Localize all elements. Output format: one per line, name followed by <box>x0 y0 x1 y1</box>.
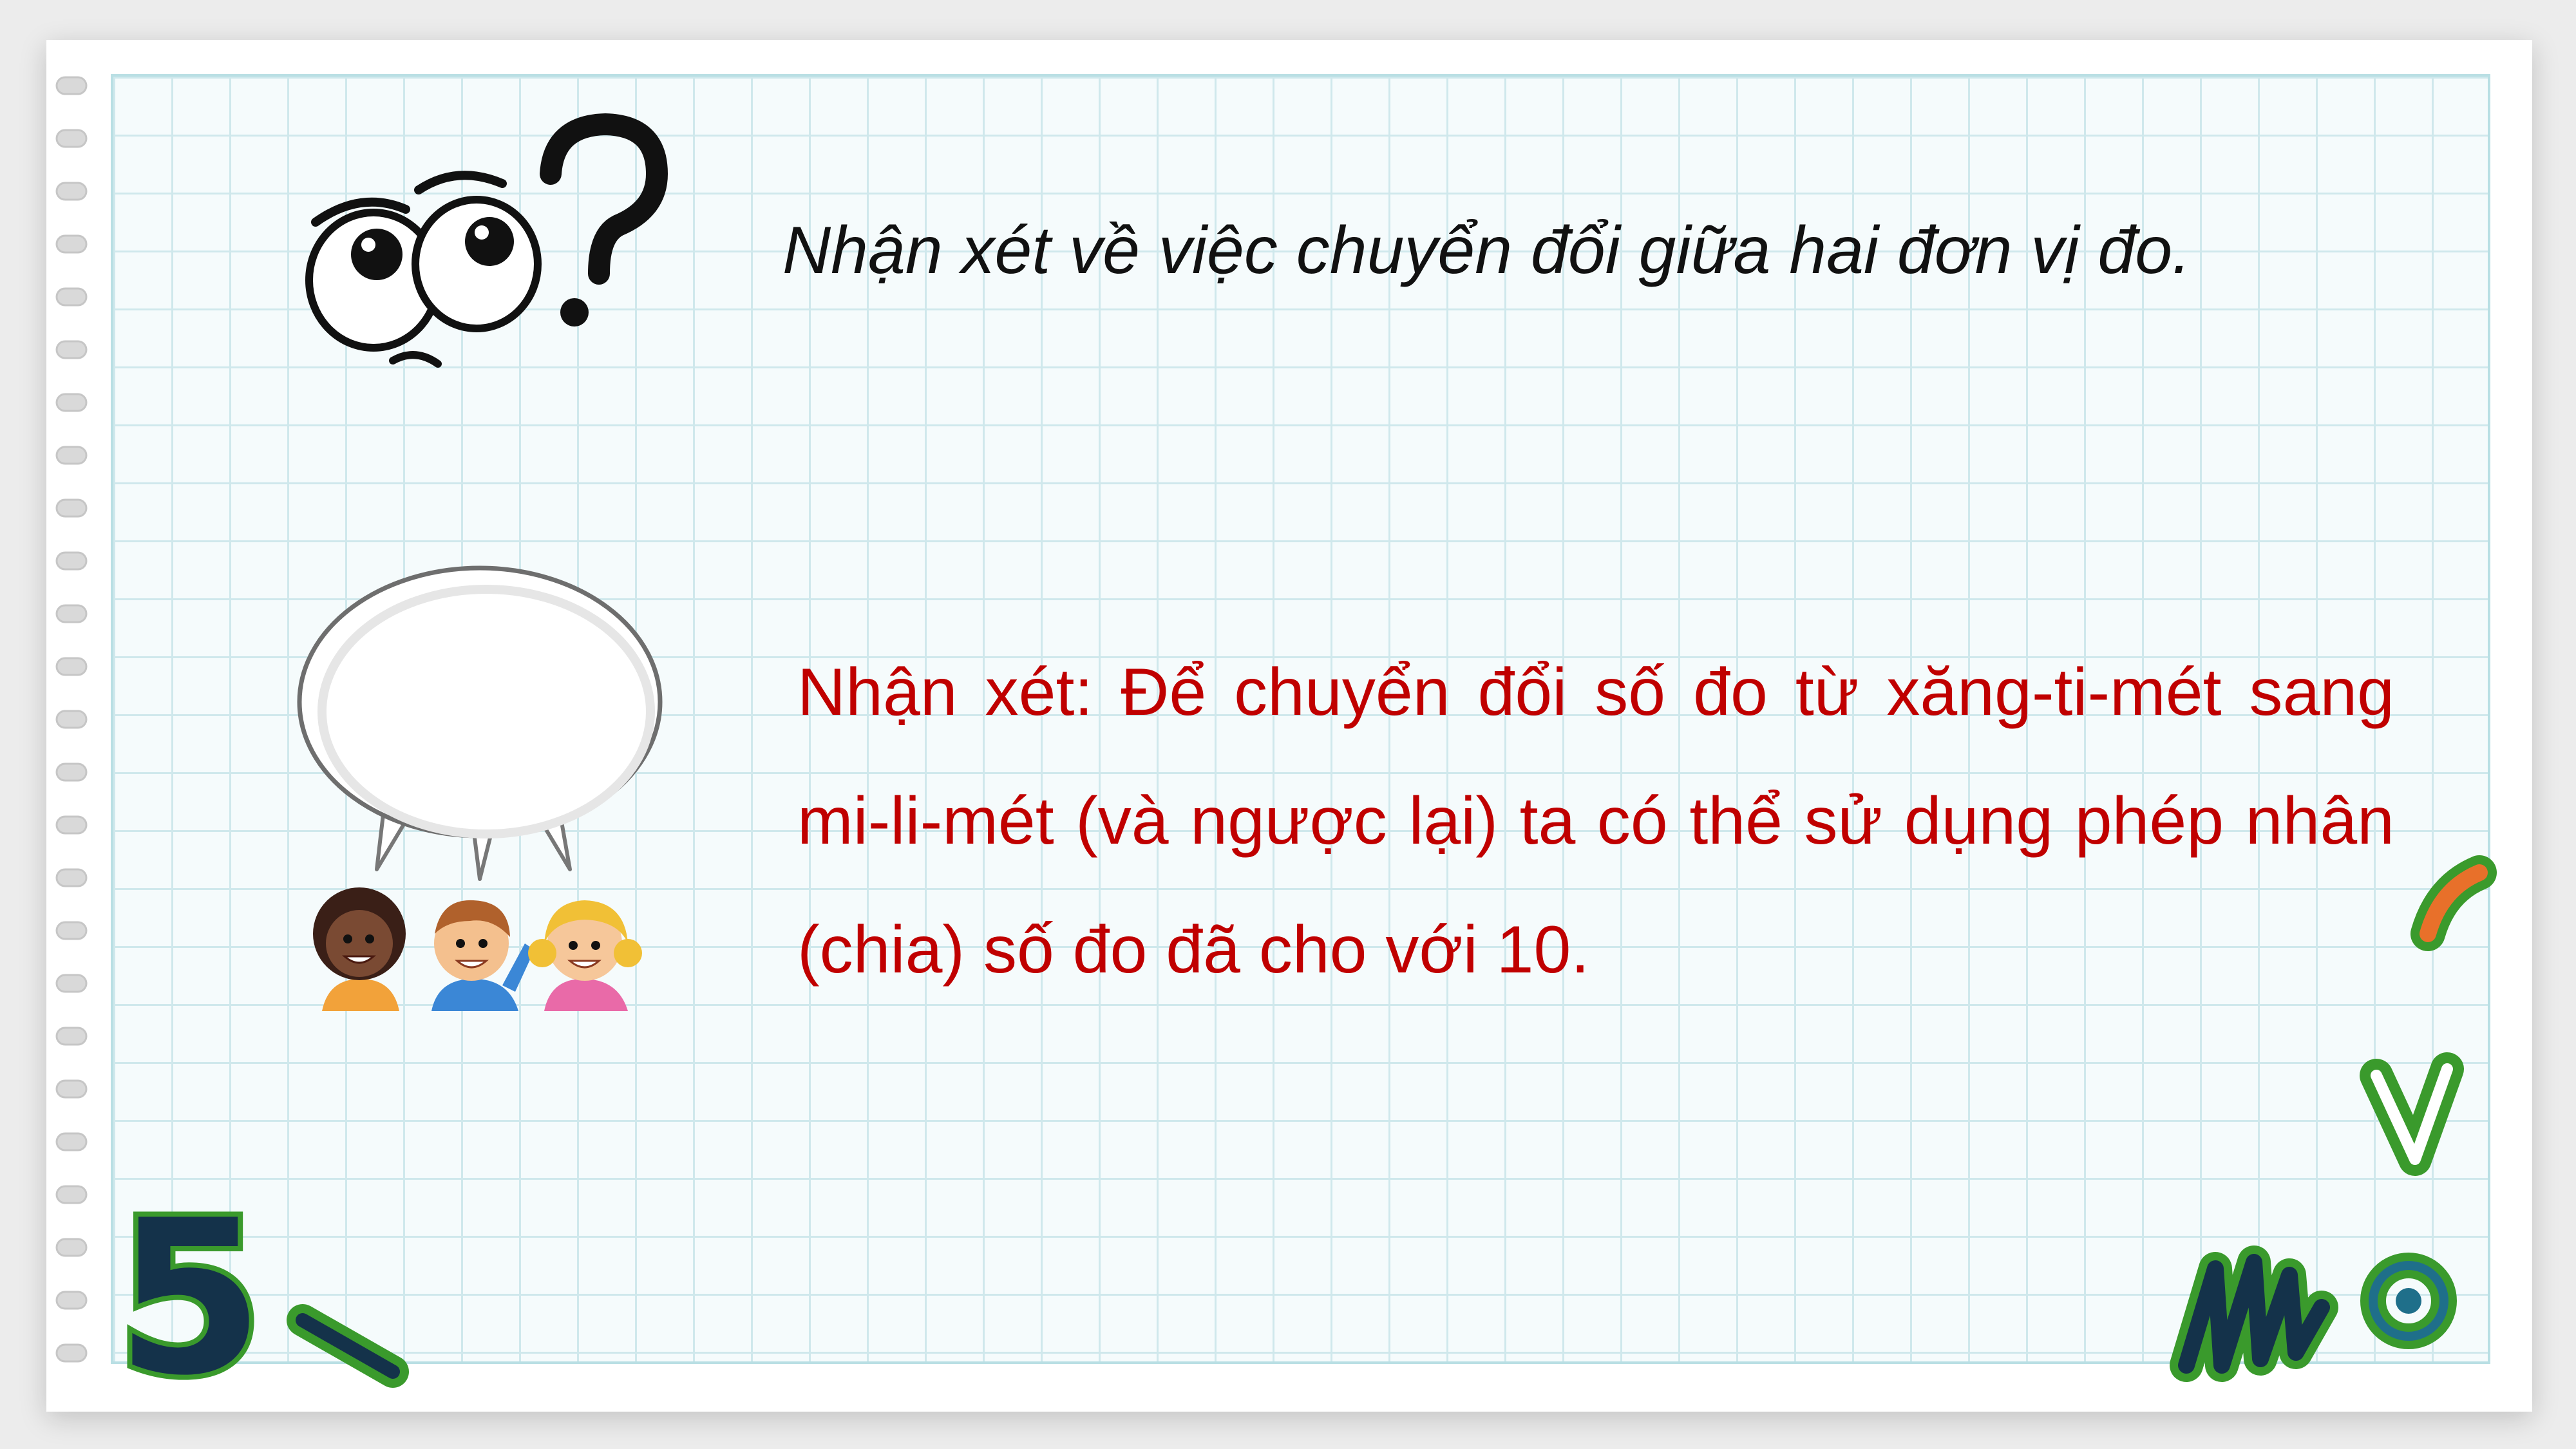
binding-hole <box>55 604 88 623</box>
speech-bubble <box>297 565 663 881</box>
kids-illustration <box>313 887 642 1011</box>
binding-hole <box>55 551 88 571</box>
binding-hole <box>55 234 88 254</box>
binding-hole <box>55 393 88 412</box>
binding-hole <box>55 182 88 201</box>
binding-hole <box>55 498 88 518</box>
check-v-decoration <box>2360 1052 2464 1176</box>
thinking-eyes-question-icon <box>305 113 668 368</box>
binding-hole <box>55 129 88 148</box>
question-heading: Nhận xét về việc chuyển đổi giữa hai đơn… <box>782 213 2191 288</box>
binding-hole <box>55 1291 88 1310</box>
binding-hole <box>55 1027 88 1046</box>
binding-hole <box>55 287 88 307</box>
binding-hole <box>55 710 88 729</box>
binding-hole <box>55 657 88 676</box>
binding-hole <box>55 76 88 95</box>
binding-hole <box>55 340 88 359</box>
binding-hole <box>55 1132 88 1151</box>
binding-hole <box>55 446 88 465</box>
binding-hole <box>55 1079 88 1099</box>
binding-hole <box>55 762 88 782</box>
scribble-decoration <box>2170 1245 2338 1382</box>
number-five-decoration: 5 <box>111 1170 269 1427</box>
binding-hole <box>55 974 88 993</box>
binding-hole <box>55 1238 88 1257</box>
binding-hole <box>55 1185 88 1204</box>
remark-paragraph: Nhận xét: Để chuyển đổi số đo từ xăng-ti… <box>797 655 2394 987</box>
green-dash-decoration <box>287 1304 409 1388</box>
ring-decoration <box>2360 1253 2457 1349</box>
binding-hole <box>55 868 88 887</box>
orange-dash-decoration <box>2410 855 2497 951</box>
binding-hole <box>55 815 88 835</box>
decor-digit: 5 <box>116 1175 264 1422</box>
binding-holes <box>55 76 88 1363</box>
binding-hole <box>55 921 88 940</box>
binding-hole <box>55 1343 88 1363</box>
